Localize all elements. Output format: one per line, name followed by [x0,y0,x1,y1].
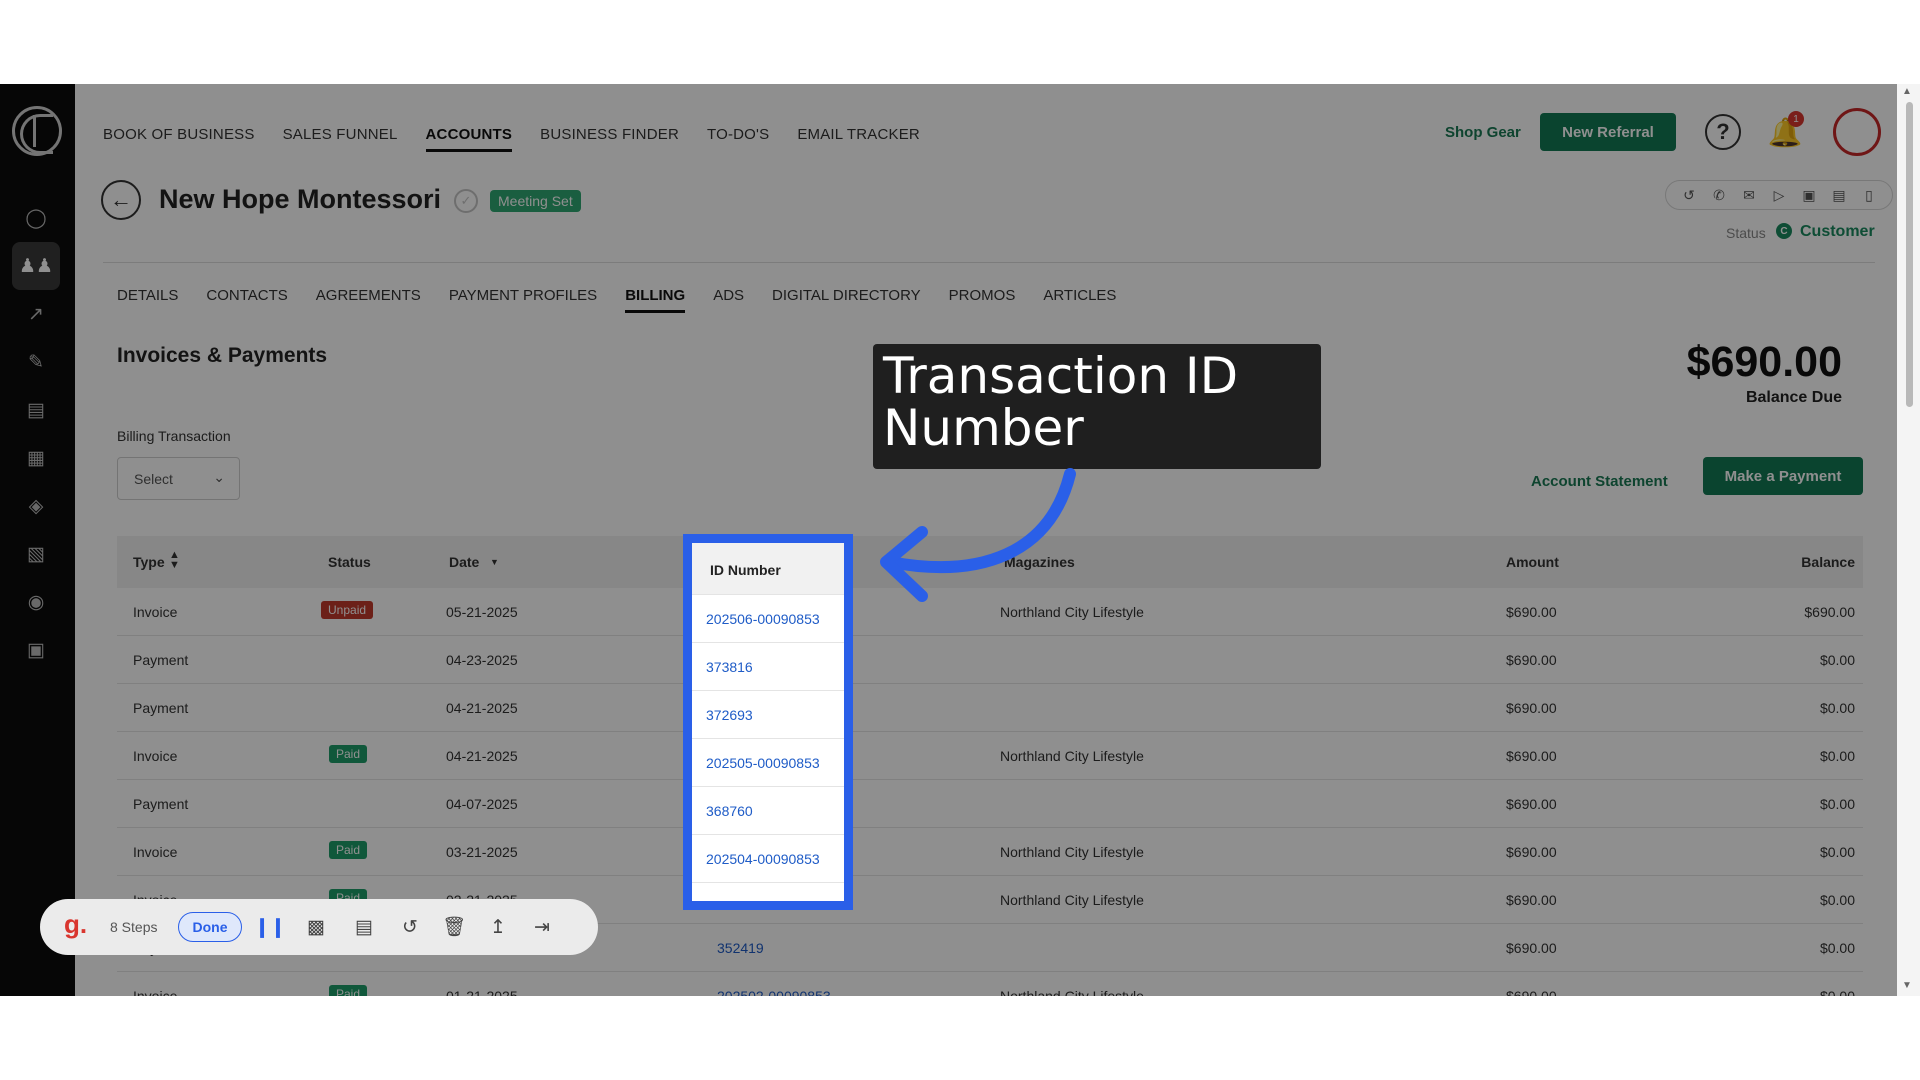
dim-overlay [0,84,1897,996]
highlight-header-label: ID Number [710,562,781,578]
image-icon[interactable]: ▤ [350,913,378,941]
highlight-id-link[interactable]: 202504-00090853 [706,851,820,867]
highlighted-id-column: ID Number 202506-00090853 373816 372693 202… [683,534,853,910]
scrollbar-thumb[interactable] [1906,102,1913,407]
highlight-row: 368760 [692,787,844,835]
callout-line-2: Number [883,399,1084,457]
highlight-id-link[interactable]: 202506-00090853 [706,611,820,627]
upload-icon[interactable]: ↥ [484,913,512,941]
highlight-id-link[interactable]: 373816 [706,659,753,675]
blur-icon[interactable]: ▩ [302,913,330,941]
highlight-row: 202506-00090853 [692,595,844,643]
scroll-down-icon[interactable]: ▼ [1902,980,1912,991]
highlight-row: 202503-00090853 [692,883,844,901]
recorder-steps: 8 Steps [110,919,158,935]
recorder-toolbar: g. 8 Steps Done ❙❙ ▩ ▤ ↺ 🗑 ↥ ⇥ [40,899,598,955]
highlight-row: 202504-00090853 [692,835,844,883]
highlight-id-link[interactable]: 372693 [706,707,753,723]
annotation-callout: Transaction ID Number [873,344,1321,469]
highlight-row: 202505-00090853 [692,739,844,787]
trash-icon[interactable]: 🗑 [440,913,468,941]
skip-icon[interactable]: ⇥ [528,913,556,941]
callout-line-1: Transaction ID [883,347,1239,405]
highlight-row: 373816 [692,643,844,691]
app-stage: ◯ ♟♟ ↗ ✎ ▤ ▦ ◈ ▧ ◉ ▣ BOOK OF BUSINESS SA… [0,84,1920,996]
highlight-id-link[interactable]: 368760 [706,803,753,819]
highlight-row: 372693 [692,691,844,739]
undo-icon[interactable]: ↺ [396,913,424,941]
highlight-id-link[interactable]: 202503-00090853 [706,899,820,901]
pause-icon[interactable]: ❙❙ [254,913,286,941]
highlight-id-link[interactable]: 202505-00090853 [706,755,820,771]
done-button[interactable]: Done [178,912,242,942]
recorder-logo: g. [64,909,88,939]
highlight-header: ID Number [692,543,844,595]
scroll-up-icon[interactable]: ▲ [1902,86,1912,97]
